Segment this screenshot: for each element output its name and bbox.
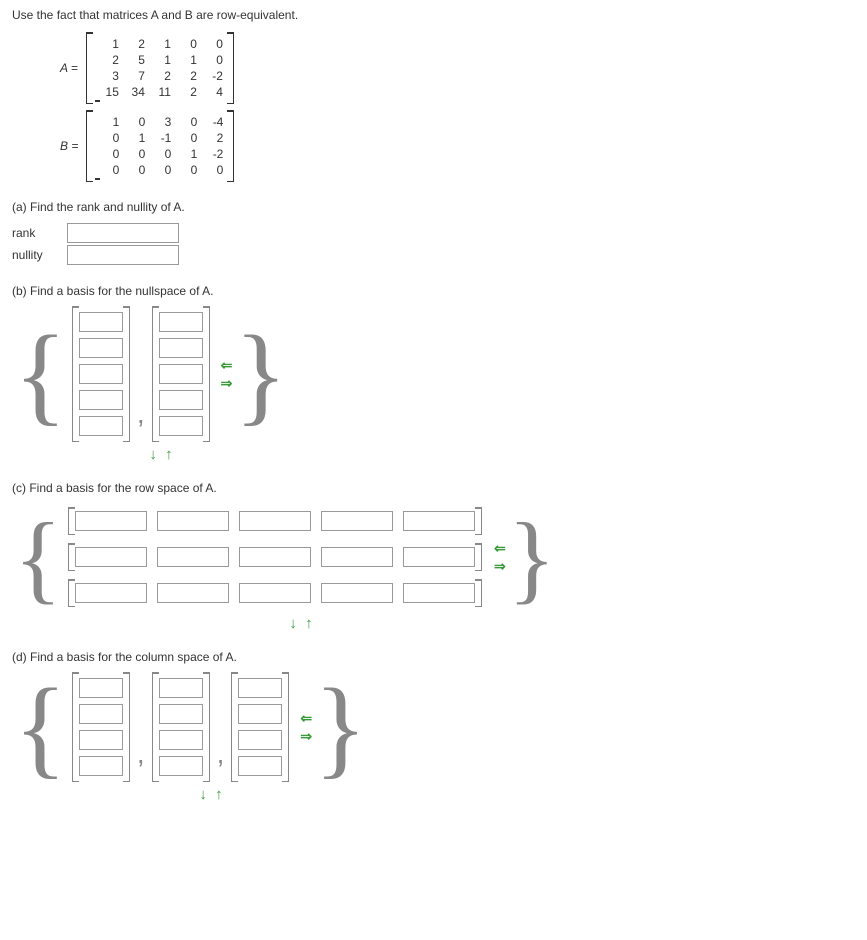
answer-input[interactable] <box>159 390 203 410</box>
part-a-text: (a) Find the rank and nullity of A. <box>12 200 855 214</box>
left-brace-icon: { <box>12 686 69 769</box>
answer-input[interactable] <box>238 730 282 750</box>
part-b-answer: { , ⇐⇒ } <box>12 306 855 442</box>
left-brace-icon: { <box>12 333 69 416</box>
rowspace-vector-2 <box>68 543 482 571</box>
add-remove-column-icon[interactable]: ⇐⇒ <box>300 711 312 743</box>
part-d-text: (d) Find a basis for the column space of… <box>12 650 855 664</box>
matrix-A-label: A = <box>60 61 78 75</box>
answer-input[interactable] <box>239 547 311 567</box>
answer-input[interactable] <box>159 704 203 724</box>
answer-input[interactable] <box>79 678 123 698</box>
comma: , <box>213 738 229 782</box>
answer-input[interactable] <box>321 583 393 603</box>
matrix-A: A = 12100 25110 3722-2 15341124 <box>60 32 855 104</box>
answer-input[interactable] <box>79 312 123 332</box>
nullity-label: nullity <box>12 248 64 262</box>
nullity-input[interactable] <box>67 245 179 265</box>
answer-input[interactable] <box>157 547 229 567</box>
right-brace-icon: } <box>312 686 369 769</box>
add-remove-row-icon[interactable]: ↓ ↑ <box>182 786 242 803</box>
add-remove-row-icon[interactable]: ↓ ↑ <box>272 615 332 632</box>
part-b-text: (b) Find a basis for the nullspace of A. <box>12 284 855 298</box>
nullspace-vector-1 <box>72 306 130 442</box>
answer-input[interactable] <box>75 547 147 567</box>
answer-input[interactable] <box>159 364 203 384</box>
rowspace-vector-3 <box>68 579 482 607</box>
answer-input[interactable] <box>79 416 123 436</box>
answer-input[interactable] <box>79 338 123 358</box>
answer-input[interactable] <box>238 704 282 724</box>
answer-input[interactable] <box>238 756 282 776</box>
answer-input[interactable] <box>239 511 311 531</box>
answer-input[interactable] <box>403 547 475 567</box>
answer-input[interactable] <box>159 730 203 750</box>
prompt-text: Use the fact that matrices A and B are r… <box>12 8 855 22</box>
part-d-answer: { , , ⇐⇒ } <box>12 672 855 782</box>
rank-label: rank <box>12 226 64 240</box>
answer-input[interactable] <box>403 511 475 531</box>
answer-input[interactable] <box>159 416 203 436</box>
answer-input[interactable] <box>79 364 123 384</box>
rowspace-vector-1 <box>68 507 482 535</box>
answer-input[interactable] <box>157 511 229 531</box>
answer-input[interactable] <box>159 312 203 332</box>
answer-input[interactable] <box>239 583 311 603</box>
nullspace-vector-2 <box>152 306 210 442</box>
matrix-B-label: B = <box>60 139 78 153</box>
answer-input[interactable] <box>75 583 147 603</box>
answer-input[interactable] <box>157 583 229 603</box>
add-remove-column-icon[interactable]: ⇐⇒ <box>494 541 506 573</box>
matrix-B-body: 1030-4 01-102 0001-2 00000 <box>86 110 234 182</box>
add-remove-row-icon[interactable]: ↓ ↑ <box>132 446 192 463</box>
answer-input[interactable] <box>159 678 203 698</box>
answer-input[interactable] <box>159 756 203 776</box>
comma: , <box>133 738 149 782</box>
answer-input[interactable] <box>403 583 475 603</box>
matrix-B: B = 1030-4 01-102 0001-2 00000 <box>60 110 855 182</box>
colspace-vector-1 <box>72 672 130 782</box>
answer-input[interactable] <box>79 390 123 410</box>
colspace-vector-3 <box>231 672 289 782</box>
matrix-A-body: 12100 25110 3722-2 15341124 <box>86 32 234 104</box>
comma: , <box>133 398 149 442</box>
answer-input[interactable] <box>238 678 282 698</box>
part-c-text: (c) Find a basis for the row space of A. <box>12 481 855 495</box>
answer-input[interactable] <box>75 511 147 531</box>
answer-input[interactable] <box>321 511 393 531</box>
add-remove-column-icon[interactable]: ⇐⇒ <box>221 358 233 390</box>
rank-input[interactable] <box>67 223 179 243</box>
answer-input[interactable] <box>79 704 123 724</box>
answer-input[interactable] <box>159 338 203 358</box>
left-brace-icon: { <box>12 520 64 595</box>
right-brace-icon: } <box>506 520 558 595</box>
answer-input[interactable] <box>79 730 123 750</box>
right-brace-icon: } <box>232 333 289 416</box>
colspace-vector-2 <box>152 672 210 782</box>
answer-input[interactable] <box>79 756 123 776</box>
answer-input[interactable] <box>321 547 393 567</box>
part-c-answer: { ⇐⇒ } <box>12 503 855 611</box>
